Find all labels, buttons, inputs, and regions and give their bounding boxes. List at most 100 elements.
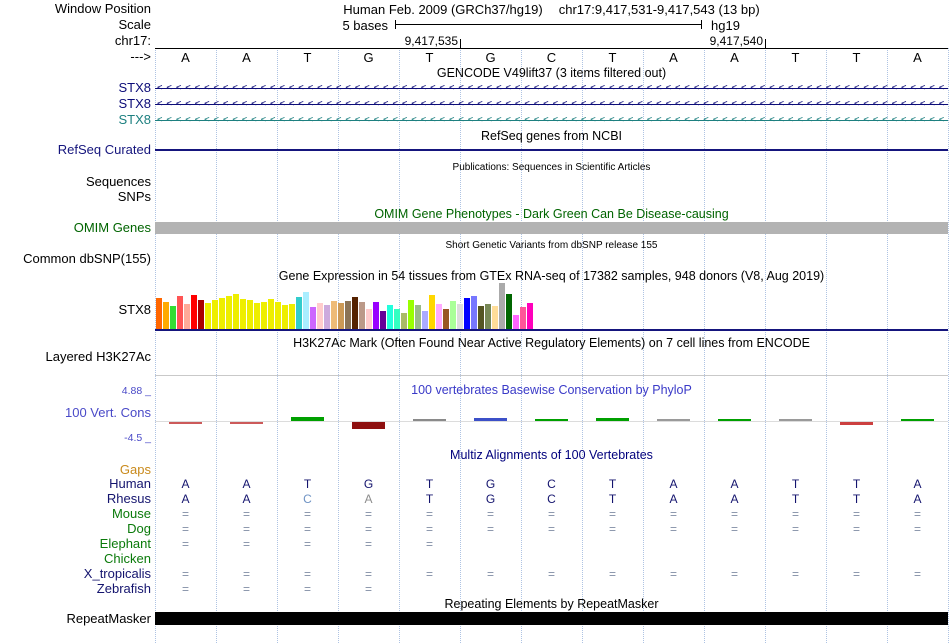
base-position-ruler[interactable]: 9,417,535 9,417,540 <box>155 34 948 49</box>
gtex-bar-cells-cultured-fibroblasts[interactable] <box>303 292 309 330</box>
gtex-bar-brain-substantia-nigra[interactable] <box>289 304 295 330</box>
gtex-bar-vagina[interactable] <box>520 307 526 330</box>
multiz-label-mouse[interactable]: Mouse <box>112 507 151 521</box>
gtex-bar-brain-hypothalamus[interactable] <box>261 302 267 330</box>
scale-bar <box>395 20 702 29</box>
phylop-track[interactable] <box>155 398 948 442</box>
gtex-bar-muscle-skeletal[interactable] <box>422 311 428 330</box>
omim-gene-item[interactable] <box>155 222 948 234</box>
track-label-gencode-stx8-1[interactable]: STX8 <box>118 81 151 95</box>
track-label-common-dbsnp[interactable]: Common dbSNP(155) <box>23 252 151 266</box>
gtex-bar-brain-cortex[interactable] <box>240 299 246 330</box>
gtex-bar-fallopian-tube[interactable] <box>366 309 372 330</box>
gtex-bar-bladder[interactable] <box>198 300 204 330</box>
gtex-bar-artery-coronary[interactable] <box>184 304 190 330</box>
alignment-base: = <box>364 537 372 551</box>
gtex-bar-minor-salivary-gland[interactable] <box>415 305 421 330</box>
gtex-bar-brain-cerebellar-hemisphere[interactable] <box>226 296 232 330</box>
track-label-sequences[interactable]: Sequences <box>86 175 151 189</box>
multiz-label-chicken[interactable]: Chicken <box>104 552 151 566</box>
track-label-omim-genes[interactable]: OMIM Genes <box>74 221 151 235</box>
multiz-row-zebrafish: = = = = <box>155 582 948 597</box>
gtex-bar-small-intestine-terminal-ileum[interactable] <box>478 306 484 330</box>
gtex-bar-brain-cerebellum[interactable] <box>233 294 239 330</box>
gtex-bar-whole-blood[interactable] <box>527 303 533 330</box>
gtex-bar-heart-atrial-appendage[interactable] <box>373 302 379 330</box>
alignment-base: = <box>181 507 189 521</box>
gtex-bar-skin-not-sun-exposed[interactable] <box>464 298 470 330</box>
alignment-base: = <box>242 507 250 521</box>
alignment-base: = <box>730 507 738 521</box>
gtex-bar-kidney-cortex[interactable] <box>387 305 393 330</box>
gtex-bar-breast-mammary-tissue[interactable] <box>296 297 302 330</box>
gtex-bar-cells-ebv-transformed-lymphocytes[interactable] <box>310 307 316 330</box>
gtex-bar-brain-frontal-cortex[interactable] <box>247 300 253 330</box>
track-label-gencode-stx8-2[interactable]: STX8 <box>118 97 151 111</box>
gtex-bar-uterus[interactable] <box>513 315 519 330</box>
gtex-bar-adrenal-gland[interactable] <box>170 306 176 330</box>
gtex-bar-brain-anterior-cingulate-cortex[interactable] <box>212 300 218 330</box>
gtex-bar-liver[interactable] <box>401 313 407 330</box>
alignment-base: = <box>303 582 311 596</box>
gtex-bar-nerve-tibial[interactable] <box>429 295 435 330</box>
track-label-100-vert-cons[interactable]: 100 Vert. Cons <box>65 406 151 420</box>
track-label-refseq-curated[interactable]: RefSeq Curated <box>58 143 151 157</box>
gtex-bar-spleen[interactable] <box>485 304 491 330</box>
gencode-transcript-stx8-3[interactable]: <<<<<<<<<<<<<<<<<<<<<<<<<<<<<<<<<<<<<<<<… <box>155 115 948 126</box>
alignment-base: = <box>425 507 433 521</box>
gtex-bar-esophagus-gastroesophageal-junction[interactable] <box>345 301 351 330</box>
gtex-bar-heart-left-ventricle[interactable] <box>380 311 386 330</box>
track-label-repeatmasker[interactable]: RepeatMasker <box>66 612 151 626</box>
gencode-transcript-stx8-2[interactable]: <<<<<<<<<<<<<<<<<<<<<<<<<<<<<<<<<<<<<<<<… <box>155 99 948 110</box>
gtex-bar-artery-tibial[interactable] <box>191 295 197 330</box>
phylop-mark <box>291 417 324 421</box>
gtex-bar-esophagus-mucosa[interactable] <box>352 297 358 330</box>
multiz-label-dog[interactable]: Dog <box>127 522 151 536</box>
gtex-bar-skin-sun-exposed[interactable] <box>471 296 477 330</box>
multiz-label-gaps[interactable]: Gaps <box>120 463 151 477</box>
gtex-bar-pituitary[interactable] <box>450 301 456 330</box>
gtex-bar-colon-sigmoid[interactable] <box>331 301 337 330</box>
gtex-bar-adipose-subcutaneous[interactable] <box>156 298 162 330</box>
gtex-bar-colon-transverse[interactable] <box>338 303 344 330</box>
gtex-bar-adipose-visceral[interactable] <box>163 302 169 330</box>
gtex-bar-cervix-ectocervix[interactable] <box>317 303 323 330</box>
gtex-bar-brain-hippocampus[interactable] <box>254 303 260 330</box>
gtex-bar-lung[interactable] <box>408 300 414 330</box>
gtex-bar-brain-caudate[interactable] <box>219 298 225 330</box>
gtex-bar-pancreas[interactable] <box>443 309 449 330</box>
gtex-bar-testis[interactable] <box>499 283 505 330</box>
gtex-expression-chart <box>156 283 948 330</box>
gtex-bar-kidney-medulla[interactable] <box>394 309 400 330</box>
gtex-bar-thyroid[interactable] <box>506 294 512 330</box>
gencode-transcript-stx8-1[interactable]: <<<<<<<<<<<<<<<<<<<<<<<<<<<<<<<<<<<<<<<<… <box>155 83 948 94</box>
gtex-bar-brain-spinal-cord[interactable] <box>282 305 288 330</box>
multiz-label-human[interactable]: Human <box>109 477 151 491</box>
gtex-bar-stomach[interactable] <box>492 306 498 330</box>
multiz-label-elephant[interactable]: Elephant <box>100 537 151 551</box>
multiz-label-rhesus[interactable]: Rhesus <box>107 492 151 506</box>
track-label-gtex-stx8[interactable]: STX8 <box>118 303 151 317</box>
gtex-title: Gene Expression in 54 tissues from GTEx … <box>278 269 825 283</box>
track-label-gencode-stx8-3[interactable]: STX8 <box>118 113 151 127</box>
repeatmasker-item[interactable] <box>155 612 948 625</box>
alignment-base: = <box>486 567 494 581</box>
gtex-bar-brain-amygdala[interactable] <box>205 303 211 330</box>
multiz-label-zebrafish[interactable]: Zebrafish <box>97 582 151 596</box>
alignment-base: = <box>425 537 433 551</box>
gtex-bar-prostate[interactable] <box>457 304 463 330</box>
gtex-bar-brain-nucleus-accumbens[interactable] <box>268 299 274 330</box>
chrom-label: chr17: <box>114 33 151 48</box>
gtex-bar-artery-aorta[interactable] <box>177 296 183 330</box>
gtex-bar-cervix-endocervix[interactable] <box>324 305 330 330</box>
multiz-label-x-tropicalis[interactable]: X_tropicalis <box>84 567 151 581</box>
track-label-snps[interactable]: SNPs <box>118 190 151 204</box>
gtex-bar-esophagus-muscularis[interactable] <box>359 302 365 330</box>
refseq-curated-item[interactable] <box>155 149 948 151</box>
alignment-base: A <box>669 477 678 491</box>
alignment-base: A <box>730 492 739 506</box>
track-label-layered-h3k27ac[interactable]: Layered H3K27Ac <box>45 350 151 364</box>
gtex-bar-ovary[interactable] <box>436 304 442 330</box>
gtex-bar-brain-putamen[interactable] <box>275 302 281 330</box>
base-letter: A <box>730 50 739 65</box>
